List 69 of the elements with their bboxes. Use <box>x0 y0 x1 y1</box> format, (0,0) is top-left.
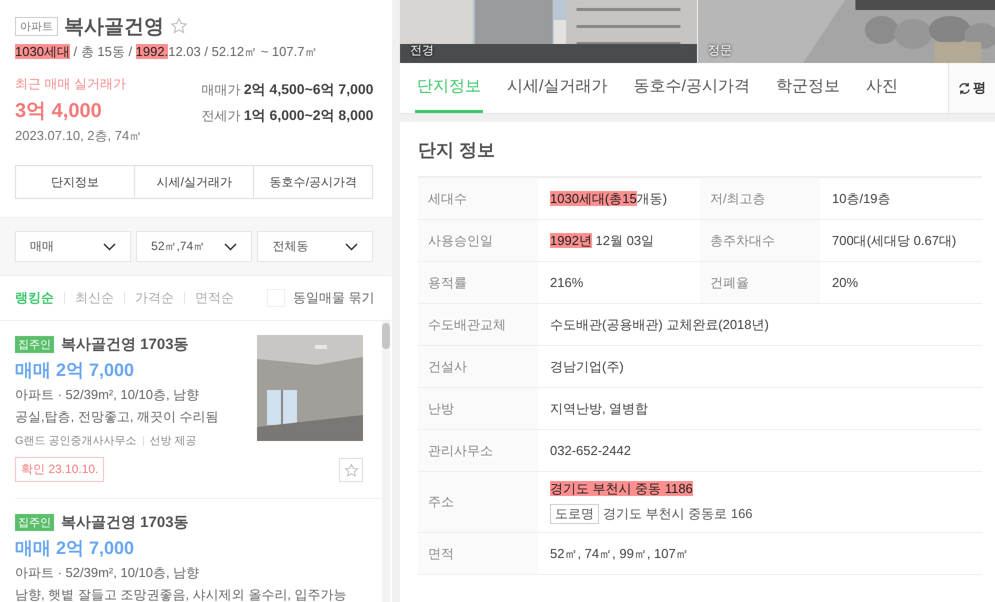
table-value: 032-652-2442 <box>550 443 632 458</box>
table-label: 관리사무소 <box>418 430 538 471</box>
table-value: 수도배관(공용배관) 교체완료(2018년) <box>550 316 770 334</box>
table-value: 1992년 12월 03일 <box>550 232 656 250</box>
owner-badge: 집주인 <box>15 514 54 531</box>
tab[interactable]: 동호수/공시가격 <box>631 63 752 113</box>
quick-tab[interactable]: 시세/실거래가 <box>135 166 254 198</box>
chevron-down-icon <box>224 242 238 250</box>
complex-name: 복사골건영 <box>64 14 164 40</box>
filter-dropdown[interactable]: 전체동 <box>257 231 374 262</box>
table-label: 총주차대수 <box>700 220 820 261</box>
table-label: 난방 <box>418 388 538 429</box>
chevron-down-icon <box>103 242 116 250</box>
recent-deal-label: 최근 매매 실거래가 <box>15 75 128 93</box>
quick-tab[interactable]: 동호수/공시가격 <box>254 166 372 198</box>
listing-description: 공실,탑층, 전망좋고, 깨끗이 수리됨 <box>15 408 219 426</box>
table-value: 경기도 부천시 중동 1186 <box>550 480 694 498</box>
chevron-down-icon <box>345 242 358 250</box>
table-value: 20% <box>832 275 860 290</box>
provider-label: 선방 제공 <box>150 434 197 448</box>
photo-caption: 정문 <box>708 42 732 59</box>
table-label: 건폐율 <box>700 262 820 303</box>
table-value: 1030세대(총15개동) <box>550 190 668 208</box>
favorite-star-icon[interactable] <box>170 17 188 35</box>
listing-title[interactable]: 복사골건영 1703동 <box>61 513 189 532</box>
filter-dropdown[interactable]: 52㎡,74㎡ <box>136 231 252 262</box>
agency-name: G랜드 공인중개사사무소 <box>15 434 137 448</box>
table-value: 216% <box>550 275 584 290</box>
tab[interactable]: 시세/실거래가 <box>505 63 610 113</box>
owner-badge: 집주인 <box>15 336 54 353</box>
table-value: 700대(세대당 0.67대) <box>832 232 958 250</box>
table-label: 세대수 <box>418 178 538 219</box>
section-title: 단지 정보 <box>418 139 496 162</box>
table-label: 건설사 <box>418 346 538 387</box>
road-address: 경기도 부천시 중동로 166 <box>603 505 753 523</box>
table-label: 면적 <box>418 533 538 574</box>
refresh-icon <box>958 82 971 94</box>
photo-caption: 전경 <box>410 42 434 59</box>
table-label: 용적률 <box>418 262 538 303</box>
listing-title[interactable]: 복사골건영 1703동 <box>61 335 189 354</box>
confirm-date-badge: 확인 23.10.10. <box>15 457 104 482</box>
recent-deal-price: 3억 4,000 <box>15 99 103 124</box>
table-label: 주소 <box>418 472 538 532</box>
quick-tab[interactable]: 단지정보 <box>16 166 136 198</box>
table-value: 52㎡, 74㎡, 99㎡, 107㎡ <box>550 544 690 562</box>
checkbox-label: 동일매물 묶기 <box>292 289 374 307</box>
complex-summary: 1030세대 / 총 15동 / 1992.12.03 / 52.12㎡ ~ 107.7㎡ <box>15 43 318 61</box>
type-badge: 아파트 <box>15 16 58 36</box>
listing-description: 남향, 햇볕 잘들고 조망권좋음, 샤시제외 올수리, 입주가능 <box>15 586 347 602</box>
filter-dropdown[interactable]: 매매 <box>15 231 132 262</box>
recent-deal-detail: 2023.07.10, 2층, 74㎡ <box>15 127 142 145</box>
road-name-badge: 도로명 <box>550 504 599 524</box>
unit-toggle-button[interactable]: 평 <box>948 63 995 113</box>
table-label: 수도배관교체 <box>418 304 538 345</box>
scrollbar[interactable] <box>382 321 390 602</box>
table-label: 사용승인일 <box>418 220 538 261</box>
price-range: 전세가 1억 6,000~2억 8,000 <box>201 107 374 125</box>
table-value: 10층/19층 <box>832 190 892 208</box>
table-label: 저/최고층 <box>700 178 820 219</box>
listing-price: 매매 2억 7,000 <box>15 537 136 560</box>
tab[interactable]: 사진 <box>864 63 900 113</box>
table-value: 지역난방, 열병합 <box>550 400 650 418</box>
tab[interactable]: 학군정보 <box>774 63 842 113</box>
price-range: 매매가 2억 4,500~6억 7,000 <box>201 81 374 99</box>
listing-spec: 아파트 · 52/39m², 10/10층, 남향 <box>15 386 200 404</box>
listing-price: 매매 2억 7,000 <box>15 359 136 382</box>
favorite-star-icon[interactable] <box>344 462 359 478</box>
table-value: 경남기업(주) <box>550 358 625 376</box>
listing-spec: 아파트 · 52/39m², 10/10층, 남향 <box>15 564 200 582</box>
